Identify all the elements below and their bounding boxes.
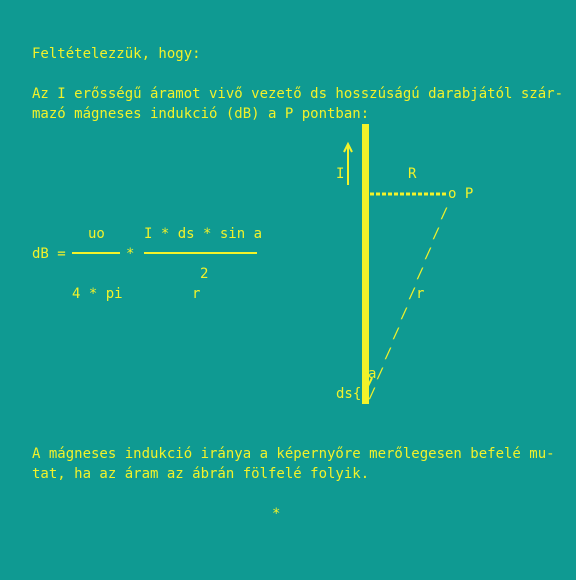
diagram-lines (343, 141, 446, 387)
r-line-segment: / (440, 206, 449, 222)
current-label: I (336, 166, 345, 182)
r-line-segment: / (424, 246, 433, 262)
current-arrow-icon (343, 141, 353, 185)
R-label: R (408, 166, 417, 182)
r-line-segment: / (384, 346, 393, 362)
angle-label: a (368, 366, 377, 382)
r-line-segment: / (392, 326, 401, 342)
P-point-label: o P (448, 186, 474, 202)
r-line-segment: / (416, 266, 425, 282)
ds-label: ds{ (336, 386, 362, 402)
r-line-segment: / (400, 306, 409, 322)
r-line-segment: / (368, 386, 377, 402)
continue-marker[interactable]: * (272, 504, 280, 524)
r-line-segment: / (432, 226, 441, 242)
conclusion-line-2: tat, ha az áram az ábrán fölfelé folyik. (32, 466, 370, 482)
r-label: r (416, 286, 425, 302)
conclusion-line-1: A mágneses indukció iránya a képernyőre … (32, 446, 555, 462)
r-line-segment: / (376, 366, 385, 382)
